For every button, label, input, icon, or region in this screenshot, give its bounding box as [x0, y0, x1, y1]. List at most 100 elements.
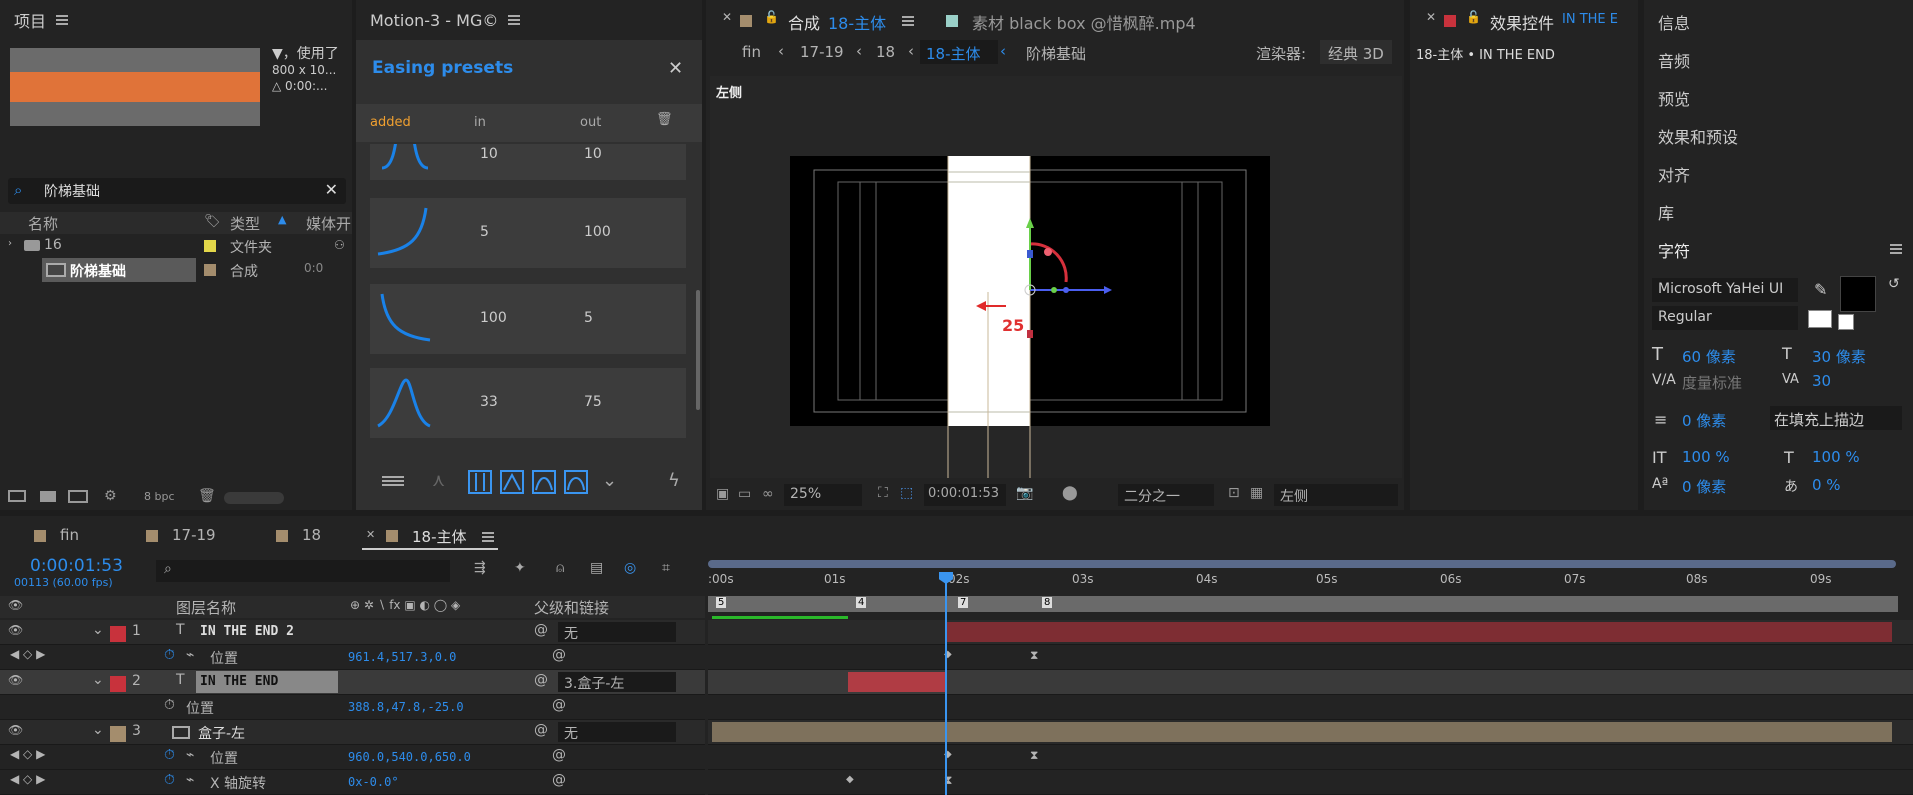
- show-channel-icon[interactable]: ⬤: [1062, 485, 1078, 501]
- comp-label-color[interactable]: [204, 264, 216, 276]
- eye-icon[interactable]: 👁: [8, 673, 23, 687]
- crumb-fin[interactable]: fin: [742, 43, 761, 61]
- work-area-bar[interactable]: [708, 560, 1896, 568]
- fit-icon[interactable]: ⛶: [878, 485, 888, 501]
- property-row[interactable]: ◀ ◇ ▶ ⏱ ⌁ 位置 961.4,517.3,0.0 @: [0, 645, 705, 670]
- mask-icon[interactable]: ⬚: [900, 485, 913, 501]
- col-type[interactable]: 类型: [230, 213, 260, 234]
- property-row[interactable]: ⏱ 位置 388.8,47.8,-25.0 @: [0, 695, 705, 720]
- layer-color[interactable]: [110, 626, 126, 642]
- resolution-select[interactable]: 二分之一: [1118, 484, 1214, 506]
- zoom-slider[interactable]: [224, 492, 284, 504]
- layer-name[interactable]: IN THE END: [196, 671, 338, 693]
- prop-value[interactable]: 0x-0.0°: [348, 775, 399, 789]
- tracking-value[interactable]: 30: [1812, 372, 1831, 390]
- graph-editor-icon[interactable]: ⌗: [662, 560, 670, 576]
- keyframe[interactable]: ◆: [846, 774, 854, 785]
- transparency-icon[interactable]: ▦: [1250, 485, 1263, 501]
- parent-select[interactable]: 无: [558, 622, 676, 642]
- lightning-icon[interactable]: ϟ: [668, 470, 680, 491]
- project-item-comp[interactable]: 阶梯基础 合成 0:0: [0, 258, 352, 282]
- tsume-value[interactable]: 0 %: [1812, 476, 1841, 494]
- layer-search[interactable]: ⌕: [156, 560, 450, 582]
- col-parent[interactable]: 父级和链接: [534, 597, 609, 618]
- property-row[interactable]: ◀ ◇ ▶ ⏱ ⌁ 位置 960.0,540.0,650.0 @: [0, 745, 705, 770]
- crumb-18[interactable]: 18: [876, 43, 895, 61]
- hscale-value[interactable]: 100 %: [1812, 448, 1860, 466]
- comp-viewer[interactable]: 左侧 25: [710, 76, 1402, 478]
- tab-18[interactable]: 18: [302, 526, 321, 544]
- tab-17-19[interactable]: 17-19: [172, 526, 216, 544]
- library-panel-tab[interactable]: 库: [1658, 200, 1674, 224]
- prop-value[interactable]: 388.8,47.8,-25.0: [348, 700, 464, 714]
- layer-color[interactable]: [110, 676, 126, 692]
- layer-name[interactable]: 盒子-左: [198, 723, 245, 743]
- crumb-base[interactable]: 阶梯基础: [1026, 43, 1086, 64]
- lock-icon[interactable]: 🔓: [1466, 10, 1481, 24]
- preset-scrollbar[interactable]: [696, 290, 700, 410]
- zoom-select[interactable]: 25%: [784, 484, 862, 506]
- keyframe[interactable]: ⧗: [1030, 748, 1038, 763]
- layer-bar[interactable]: [712, 722, 1892, 742]
- new-folder-icon[interactable]: [40, 491, 56, 502]
- comp-flow-icon[interactable]: ⇶: [474, 560, 486, 576]
- comp-tab-label[interactable]: 合成: [788, 10, 820, 34]
- crumb-active[interactable]: 18-主体: [920, 40, 998, 64]
- character-title[interactable]: 字符: [1658, 238, 1690, 262]
- close-tab-icon[interactable]: ✕: [1426, 10, 1436, 24]
- font-size-value[interactable]: 60 像素: [1682, 346, 1736, 367]
- preset-row[interactable]: 10 10: [370, 144, 686, 180]
- project-search[interactable]: ⌕ 阶梯基础 ✕: [8, 178, 346, 204]
- preset-row[interactable]: 5 100: [370, 198, 686, 268]
- spiral-icon[interactable]: @: [552, 747, 566, 763]
- comp-tab-name[interactable]: 18-主体: [828, 10, 886, 34]
- eye-icon[interactable]: 👁: [8, 623, 23, 637]
- marker[interactable]: 5: [716, 597, 727, 608]
- property-row[interactable]: ◀ ◇ ▶ ⏱ ⌁ X 轴旋转 0x-0.0° @: [0, 770, 705, 795]
- eye-icon[interactable]: 👁: [8, 723, 23, 737]
- lock-icon[interactable]: 🔓: [764, 10, 779, 24]
- keyframe[interactable]: ⧗: [1030, 648, 1038, 663]
- keyframe-nav-icon[interactable]: ◀ ◇ ▶: [10, 772, 45, 786]
- camera-icon[interactable]: 📷: [1016, 485, 1033, 501]
- marker[interactable]: 4: [856, 597, 867, 608]
- twirl-icon[interactable]: ⌄: [92, 672, 104, 688]
- vscale-value[interactable]: 100 %: [1682, 448, 1730, 466]
- close-icon[interactable]: ✕: [668, 58, 683, 79]
- twirl-icon[interactable]: ⌄: [92, 722, 104, 738]
- folder-label-color[interactable]: [204, 240, 216, 252]
- project-item-folder[interactable]: › 16 文件夹 ⚇: [0, 236, 352, 258]
- spiral-icon[interactable]: @: [552, 772, 566, 788]
- baseline-value[interactable]: 0 像素: [1682, 476, 1726, 497]
- project-menu-icon[interactable]: [56, 15, 69, 25]
- ease-out-icon[interactable]: [532, 470, 556, 494]
- layer-color[interactable]: [110, 726, 126, 742]
- font-select[interactable]: Microsoft YaHei UI: [1652, 278, 1798, 302]
- col-media[interactable]: 媒体开: [306, 213, 351, 234]
- ease-both-icon[interactable]: [564, 470, 588, 494]
- preset-row[interactable]: 33 75: [370, 368, 686, 438]
- interpret-icon[interactable]: [8, 490, 26, 502]
- project-title[interactable]: 项目: [14, 8, 46, 32]
- align-panel-tab[interactable]: 对齐: [1658, 162, 1690, 186]
- track-row[interactable]: [708, 720, 1913, 745]
- preview-panel-tab[interactable]: 预览: [1658, 86, 1690, 110]
- spiral-icon[interactable]: @: [534, 622, 548, 638]
- track-row[interactable]: [708, 616, 1913, 645]
- source-tab[interactable]: 素材 black box @惜枫醉.mp4: [972, 10, 1196, 34]
- spiral-icon[interactable]: @: [534, 722, 548, 738]
- graph-icon[interactable]: ⌁: [186, 772, 194, 788]
- settings-icon[interactable]: ⚙: [104, 488, 117, 504]
- motion-menu-icon[interactable]: [508, 15, 521, 25]
- close-tab-icon[interactable]: ✕: [366, 528, 375, 541]
- marker[interactable]: 7: [958, 597, 969, 608]
- eyedropper-icon[interactable]: ✎: [1814, 280, 1827, 299]
- chevron-down-icon[interactable]: ⌄: [602, 470, 617, 491]
- stopwatch-icon[interactable]: ⏱: [164, 747, 175, 763]
- snapshot-icon[interactable]: ▣: [716, 486, 729, 502]
- marker[interactable]: 8: [1042, 597, 1053, 608]
- search-input[interactable]: 阶梯基础: [44, 181, 100, 201]
- expand-icon[interactable]: ›: [8, 238, 12, 249]
- clear-search-icon[interactable]: ✕: [325, 180, 338, 199]
- comp-canvas[interactable]: [710, 76, 1402, 478]
